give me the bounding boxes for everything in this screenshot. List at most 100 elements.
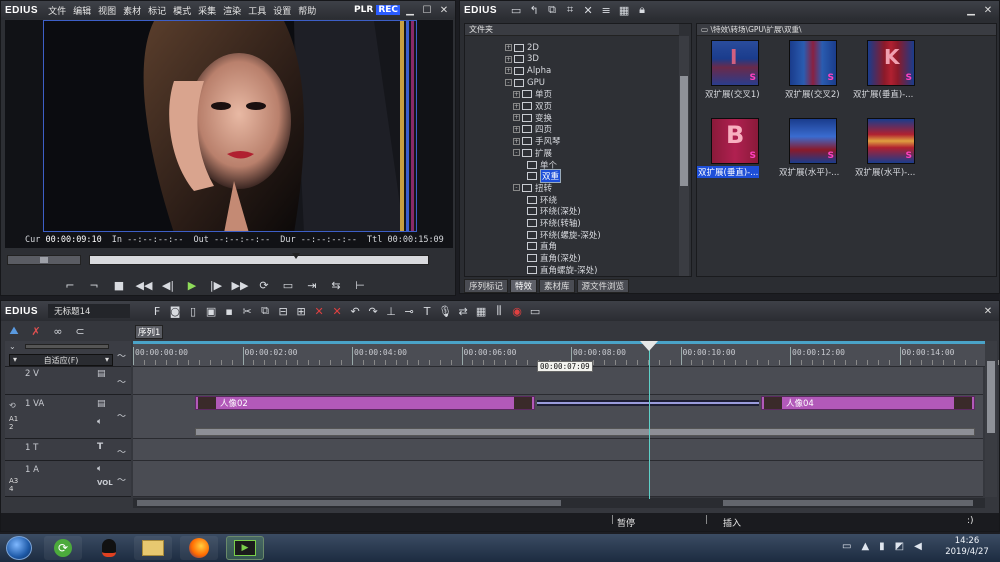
transition-bar[interactable] — [537, 400, 759, 406]
track-header-1a[interactable]: 1 A 🔈︎ VOL 〜 A3 4 — [5, 461, 131, 497]
time-ruler[interactable]: 00:00:00:00 00:00:02:00 00:00:04:00 00:00:0… — [133, 341, 1000, 372]
taskbar-app-firefox[interactable] — [180, 536, 218, 560]
menu-view[interactable]: 视图 — [98, 7, 116, 17]
wave-icon[interactable]: 〜 — [117, 445, 126, 458]
sync-lock-icon[interactable]: ✗ — [27, 323, 45, 339]
expand-icon[interactable]: + — [513, 137, 520, 145]
sequence-tab[interactable]: 序列1 — [135, 325, 163, 339]
redo-icon[interactable]: ↷ — [364, 303, 382, 319]
effect-thumbnail[interactable]: BS — [711, 118, 759, 164]
snap-icon[interactable]: ⊂ — [71, 323, 89, 339]
group-icon[interactable]: ⊞ — [292, 303, 310, 319]
zoom-slider[interactable] — [25, 344, 109, 349]
effect-label[interactable]: 双扩展(水平)-... — [855, 166, 915, 178]
track-lane-1t[interactable] — [133, 439, 983, 461]
stop-icon[interactable]: ■ — [109, 277, 129, 293]
tab-effects[interactable]: 特效 — [510, 279, 538, 293]
export-icon[interactable]: ⇄ — [454, 303, 472, 319]
expand-icon[interactable]: + — [505, 67, 512, 75]
track-header-1va[interactable]: ⟲ 1 VA ▤ 🔈︎ 〜 A1 2 — [5, 395, 131, 439]
tab-source-browser[interactable]: 源文件浏览 — [576, 279, 630, 293]
insert-icon[interactable]: ⇥ — [303, 277, 321, 293]
minimize-icon[interactable]: ▁ — [403, 3, 417, 17]
position-bar[interactable] — [89, 253, 429, 265]
expand-icon[interactable]: + — [505, 44, 512, 51]
cut-icon[interactable]: ✂ — [238, 303, 256, 319]
tree-item[interactable]: + 变换 — [513, 112, 552, 124]
fast-forward-icon[interactable]: ▶▶ — [231, 277, 249, 293]
speaker-icon[interactable]: 🔈︎ — [97, 417, 102, 427]
taskbar-app-refresh[interactable]: ⟳ — [44, 536, 82, 560]
expand-icon[interactable]: + — [513, 102, 520, 110]
expand-icon[interactable]: + — [513, 114, 520, 122]
fit-dropdown[interactable]: ▾ 自适应(F) ▾ — [9, 354, 113, 366]
rec-button[interactable]: REC — [376, 5, 400, 15]
tab-library[interactable]: 素材库 — [539, 279, 575, 293]
delete-clip-icon[interactable]: ✕ — [310, 303, 328, 319]
tree-item[interactable]: + 单页 — [513, 89, 552, 100]
tree-item[interactable]: +折叠 — [513, 276, 552, 277]
playhead-handle[interactable] — [640, 341, 658, 351]
expand-icon[interactable]: + — [505, 55, 512, 63]
tree-item[interactable]: + 双页 — [513, 101, 552, 112]
arrow-up-icon[interactable]: ▲ — [861, 541, 869, 552]
menu-edit[interactable]: 编辑 — [73, 7, 91, 17]
replace-icon[interactable]: ⇆ — [327, 277, 345, 293]
tree-item[interactable]: 直角(深处) — [527, 253, 581, 264]
keyboard-icon[interactable]: ▭ — [842, 541, 851, 552]
speaker-icon[interactable]: 🔈︎ — [97, 464, 102, 474]
plr-button[interactable]: PLR — [354, 5, 373, 15]
tree-item[interactable]: - 扭转 — [513, 182, 552, 194]
effect-label[interactable]: 双扩展(交叉1) — [705, 88, 760, 100]
track-lane-1va[interactable]: 人像02 人像04 — [133, 395, 983, 439]
step-forward-icon[interactable]: |▶ — [207, 277, 225, 293]
taskbar-app-edius[interactable]: ▶ — [226, 536, 264, 560]
tree-item[interactable]: 直角螺旋-深处) — [527, 264, 597, 276]
menu-help[interactable]: 帮助 — [298, 7, 316, 17]
start-button[interactable] — [6, 536, 32, 560]
tree-item[interactable]: +3D — [505, 54, 539, 65]
effect-thumbnail[interactable]: S — [867, 118, 915, 164]
maximize-icon[interactable]: ☐ — [420, 3, 434, 17]
menu-tools[interactable]: 工具 — [248, 7, 266, 17]
effect-thumbnail[interactable]: S — [789, 118, 837, 164]
up-folder-icon[interactable]: ↰ — [525, 2, 543, 18]
tree-item[interactable]: 环绕(深处) — [527, 206, 581, 217]
tree-item[interactable]: 环绕(转轴) — [527, 218, 581, 229]
shuttle-slider[interactable] — [7, 255, 81, 265]
grid-icon[interactable]: ▦ — [472, 303, 490, 319]
taskbar-app-qq[interactable] — [90, 536, 128, 560]
tree-scrollbar[interactable] — [679, 36, 689, 276]
undo-icon[interactable]: ↶ — [346, 303, 364, 319]
playhead-marker[interactable] — [292, 253, 300, 259]
effect-label-selected[interactable]: 双扩展(垂直)-... — [697, 166, 760, 178]
effects-minimize-icon[interactable]: ▁ — [964, 3, 978, 17]
effect-label[interactable]: 双扩展(交叉2) — [785, 88, 840, 100]
track-lane-1a[interactable] — [133, 461, 983, 497]
menu-marker[interactable]: 标记 — [148, 7, 166, 17]
timeline-clip[interactable]: 人像04 — [761, 396, 975, 410]
network-icon[interactable]: ◩ — [895, 541, 904, 552]
collapse-icon[interactable]: - — [513, 149, 520, 157]
collapse-icon[interactable]: - — [505, 79, 512, 87]
volume-icon[interactable]: ◀ — [914, 541, 922, 552]
tree-item[interactable]: +2D — [505, 42, 539, 53]
tree-item[interactable]: - 扩展 — [513, 147, 552, 159]
audio-clip[interactable] — [195, 428, 975, 436]
view-mode-icon[interactable]: ▦ — [615, 2, 633, 18]
wave-icon[interactable]: 〜 — [117, 473, 126, 486]
link-icon[interactable]: ∞ — [49, 323, 67, 339]
loop-icon[interactable]: ⟳ — [255, 277, 273, 293]
menu-capture[interactable]: 采集 — [198, 7, 216, 17]
camera-icon[interactable]: ◙ — [166, 303, 184, 319]
timeline-vscroll[interactable] — [985, 341, 997, 497]
mixer-icon[interactable]: ⫼ — [490, 303, 508, 319]
taskbar-app-explorer[interactable] — [134, 536, 172, 560]
razor-icon[interactable]: ⊸ — [400, 303, 418, 319]
overwrite-icon[interactable]: ▭ — [279, 277, 297, 293]
tree-item[interactable]: 环绕 — [527, 194, 557, 206]
tree-item[interactable]: 双重 — [527, 169, 562, 184]
close-icon[interactable]: ✕ — [437, 3, 451, 17]
step-back-icon[interactable]: ◀| — [159, 277, 177, 293]
rewind-icon[interactable]: ◀◀ — [135, 277, 153, 293]
